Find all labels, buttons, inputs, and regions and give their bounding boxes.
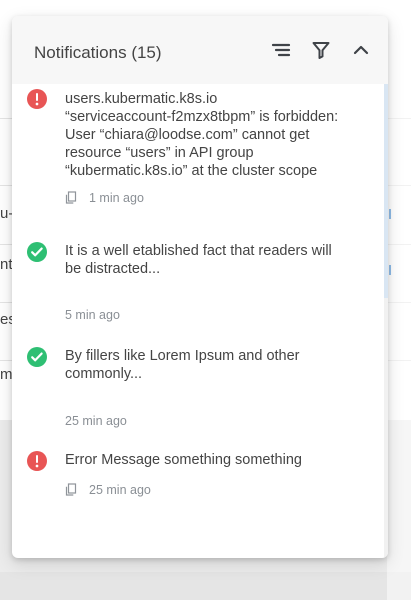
page: u-g nt es m Notifications (15) users.kub… [0, 0, 411, 600]
filter-icon[interactable] [310, 39, 332, 61]
background-accent-marker [389, 265, 391, 275]
notification-item[interactable]: Error Message something something 25 min… [12, 451, 384, 515]
notification-time: 25 min ago [65, 413, 127, 428]
notifications-scrollbar-thumb[interactable] [384, 84, 388, 298]
error-icon [27, 451, 47, 471]
chevron-up-icon[interactable] [350, 39, 372, 61]
notifications-title: Notifications (15) [34, 43, 162, 62]
header-actions [270, 39, 372, 61]
background-accent-marker [389, 209, 391, 219]
notification-message: By fillers like Lorem Ipsum and other co… [65, 348, 300, 382]
notification-meta: 25 min ago [65, 482, 151, 498]
sort-icon[interactable] [270, 39, 292, 61]
notification-time: 1 min ago [89, 190, 144, 205]
background-text-fragment: nt [0, 256, 13, 273]
check-icon [27, 347, 47, 367]
notification-meta: 5 min ago [65, 307, 120, 323]
copy-icon[interactable] [65, 191, 77, 205]
notification-item[interactable]: By fillers like Lorem Ipsum and other co… [12, 347, 384, 435]
notification-message: users.kubermatic.k8s.io “serviceaccount-… [65, 91, 339, 179]
error-icon [27, 89, 47, 109]
notification-time: 5 min ago [65, 307, 120, 322]
check-icon [27, 242, 47, 262]
notifications-list: users.kubermatic.k8s.io “serviceaccount-… [12, 84, 384, 558]
notification-time: 25 min ago [89, 482, 151, 497]
notification-item[interactable]: users.kubermatic.k8s.io “serviceaccount-… [12, 84, 384, 234]
notifications-panel: Notifications (15) users.kubermatic.k8s.… [12, 16, 388, 558]
background-bottom-strip [0, 572, 411, 600]
copy-icon[interactable] [65, 483, 77, 497]
notification-item[interactable]: It is a well etablished fact that reader… [12, 242, 384, 330]
notification-meta: 1 min ago [65, 190, 144, 206]
background-right-edge [387, 0, 411, 600]
notifications-header: Notifications (15) [12, 16, 388, 84]
background-text-fragment: m [0, 366, 13, 383]
notification-meta: 25 min ago [65, 413, 127, 429]
notification-message: Error Message something something [65, 452, 302, 468]
notification-message: It is a well etablished fact that reader… [65, 243, 332, 277]
